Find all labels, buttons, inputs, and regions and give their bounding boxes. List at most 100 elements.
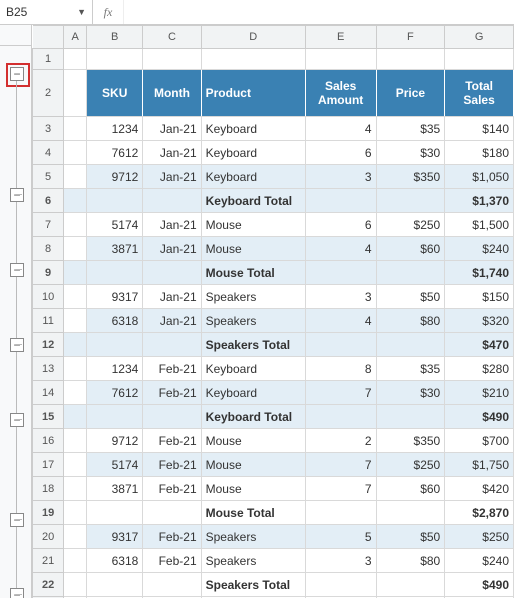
cell-C21[interactable]: Feb-21 — [143, 549, 201, 573]
cell-D17[interactable]: Mouse — [201, 453, 305, 477]
cell-F5[interactable]: $350 — [376, 165, 445, 189]
cell-B17[interactable]: 5174 — [87, 453, 143, 477]
cell-D16[interactable]: Mouse — [201, 429, 305, 453]
cell-F14[interactable]: $30 — [376, 381, 445, 405]
col-head-F[interactable]: F — [376, 26, 445, 49]
fx-icon[interactable]: fx — [93, 0, 124, 24]
cell-B7[interactable]: 5174 — [87, 213, 143, 237]
cell-C7[interactable]: Jan-21 — [143, 213, 201, 237]
header-total[interactable]: Total Sales — [445, 70, 514, 117]
cell-G16[interactable]: $700 — [445, 429, 514, 453]
cell-E19[interactable] — [305, 501, 376, 525]
cell-E18[interactable]: 7 — [305, 477, 376, 501]
row-head-6[interactable]: 6 — [33, 189, 64, 213]
cell-A10[interactable] — [64, 285, 87, 309]
row-head-9[interactable]: 9 — [33, 261, 64, 285]
cell-E8[interactable]: 4 — [305, 237, 376, 261]
dropdown-icon[interactable]: ▼ — [77, 7, 86, 17]
row-head-8[interactable]: 8 — [33, 237, 64, 261]
cell-E10[interactable]: 3 — [305, 285, 376, 309]
col-head-G[interactable]: G — [445, 26, 514, 49]
cell-B6[interactable] — [87, 189, 143, 213]
cell-F7[interactable]: $250 — [376, 213, 445, 237]
select-all-corner[interactable] — [33, 26, 64, 49]
cell-G5[interactable]: $1,050 — [445, 165, 514, 189]
col-head-D[interactable]: D — [201, 26, 305, 49]
cell-A5[interactable] — [64, 165, 87, 189]
cell-C3[interactable]: Jan-21 — [143, 117, 201, 141]
row-head-18[interactable]: 18 — [33, 477, 64, 501]
cell-F19[interactable] — [376, 501, 445, 525]
cell-F15[interactable] — [376, 405, 445, 429]
col-head-E[interactable]: E — [305, 26, 376, 49]
group-toggle-r15[interactable]: − — [10, 413, 24, 427]
cell-F17[interactable]: $250 — [376, 453, 445, 477]
cell-D18[interactable]: Mouse — [201, 477, 305, 501]
cell-A12[interactable] — [64, 333, 87, 357]
row-head-10[interactable]: 10 — [33, 285, 64, 309]
col-head-B[interactable]: B — [87, 26, 143, 49]
cell-G21[interactable]: $240 — [445, 549, 514, 573]
cell-B10[interactable]: 9317 — [87, 285, 143, 309]
cell-A17[interactable] — [64, 453, 87, 477]
cell-G3[interactable]: $140 — [445, 117, 514, 141]
cell-B18[interactable]: 3871 — [87, 477, 143, 501]
cell-C18[interactable]: Feb-21 — [143, 477, 201, 501]
header-product[interactable]: Product — [201, 70, 305, 117]
row-head-17[interactable]: 17 — [33, 453, 64, 477]
cell-A14[interactable] — [64, 381, 87, 405]
name-box[interactable]: B25 ▼ — [0, 0, 93, 24]
cell-A20[interactable] — [64, 525, 87, 549]
cell-C1[interactable] — [143, 49, 201, 70]
cell-C9[interactable] — [143, 261, 201, 285]
cell-F3[interactable]: $35 — [376, 117, 445, 141]
cell-B19[interactable] — [87, 501, 143, 525]
cell-A2[interactable] — [64, 70, 87, 117]
cell-C17[interactable]: Feb-21 — [143, 453, 201, 477]
row-head-16[interactable]: 16 — [33, 429, 64, 453]
cell-E16[interactable]: 2 — [305, 429, 376, 453]
cell-F11[interactable]: $80 — [376, 309, 445, 333]
cell-A19[interactable] — [64, 501, 87, 525]
row-head-15[interactable]: 15 — [33, 405, 64, 429]
cell-D4[interactable]: Keyboard — [201, 141, 305, 165]
header-amount[interactable]: Sales Amount — [305, 70, 376, 117]
cell-B16[interactable]: 9712 — [87, 429, 143, 453]
cell-B3[interactable]: 1234 — [87, 117, 143, 141]
cell-G10[interactable]: $150 — [445, 285, 514, 309]
cell-A1[interactable] — [64, 49, 87, 70]
cell-D3[interactable]: Keyboard — [201, 117, 305, 141]
cell-C10[interactable]: Jan-21 — [143, 285, 201, 309]
cell-D14[interactable]: Keyboard — [201, 381, 305, 405]
cell-G1[interactable] — [445, 49, 514, 70]
cell-F6[interactable] — [376, 189, 445, 213]
cell-B5[interactable]: 9712 — [87, 165, 143, 189]
spreadsheet-grid[interactable]: A B C D E F G 1 2 — [32, 25, 514, 598]
cell-A22[interactable] — [64, 573, 87, 597]
group-toggle-main[interactable]: − — [10, 67, 24, 81]
cell-F1[interactable] — [376, 49, 445, 70]
cell-F16[interactable]: $350 — [376, 429, 445, 453]
cell-F9[interactable] — [376, 261, 445, 285]
cell-A21[interactable] — [64, 549, 87, 573]
cell-B1[interactable] — [87, 49, 143, 70]
cell-E6[interactable] — [305, 189, 376, 213]
cell-F13[interactable]: $35 — [376, 357, 445, 381]
cell-G14[interactable]: $210 — [445, 381, 514, 405]
cell-A9[interactable] — [64, 261, 87, 285]
row-head-5[interactable]: 5 — [33, 165, 64, 189]
group-toggle-r22[interactable]: − — [10, 588, 24, 598]
row-head-22[interactable]: 22 — [33, 573, 64, 597]
group-toggle-r19[interactable]: − — [10, 513, 24, 527]
cell-A18[interactable] — [64, 477, 87, 501]
cell-F10[interactable]: $50 — [376, 285, 445, 309]
row-head-20[interactable]: 20 — [33, 525, 64, 549]
cell-E21[interactable]: 3 — [305, 549, 376, 573]
cell-B13[interactable]: 1234 — [87, 357, 143, 381]
cell-D5[interactable]: Keyboard — [201, 165, 305, 189]
cell-B22[interactable] — [87, 573, 143, 597]
cell-F20[interactable]: $50 — [376, 525, 445, 549]
cell-C22[interactable] — [143, 573, 201, 597]
header-month[interactable]: Month — [143, 70, 201, 117]
cell-F8[interactable]: $60 — [376, 237, 445, 261]
